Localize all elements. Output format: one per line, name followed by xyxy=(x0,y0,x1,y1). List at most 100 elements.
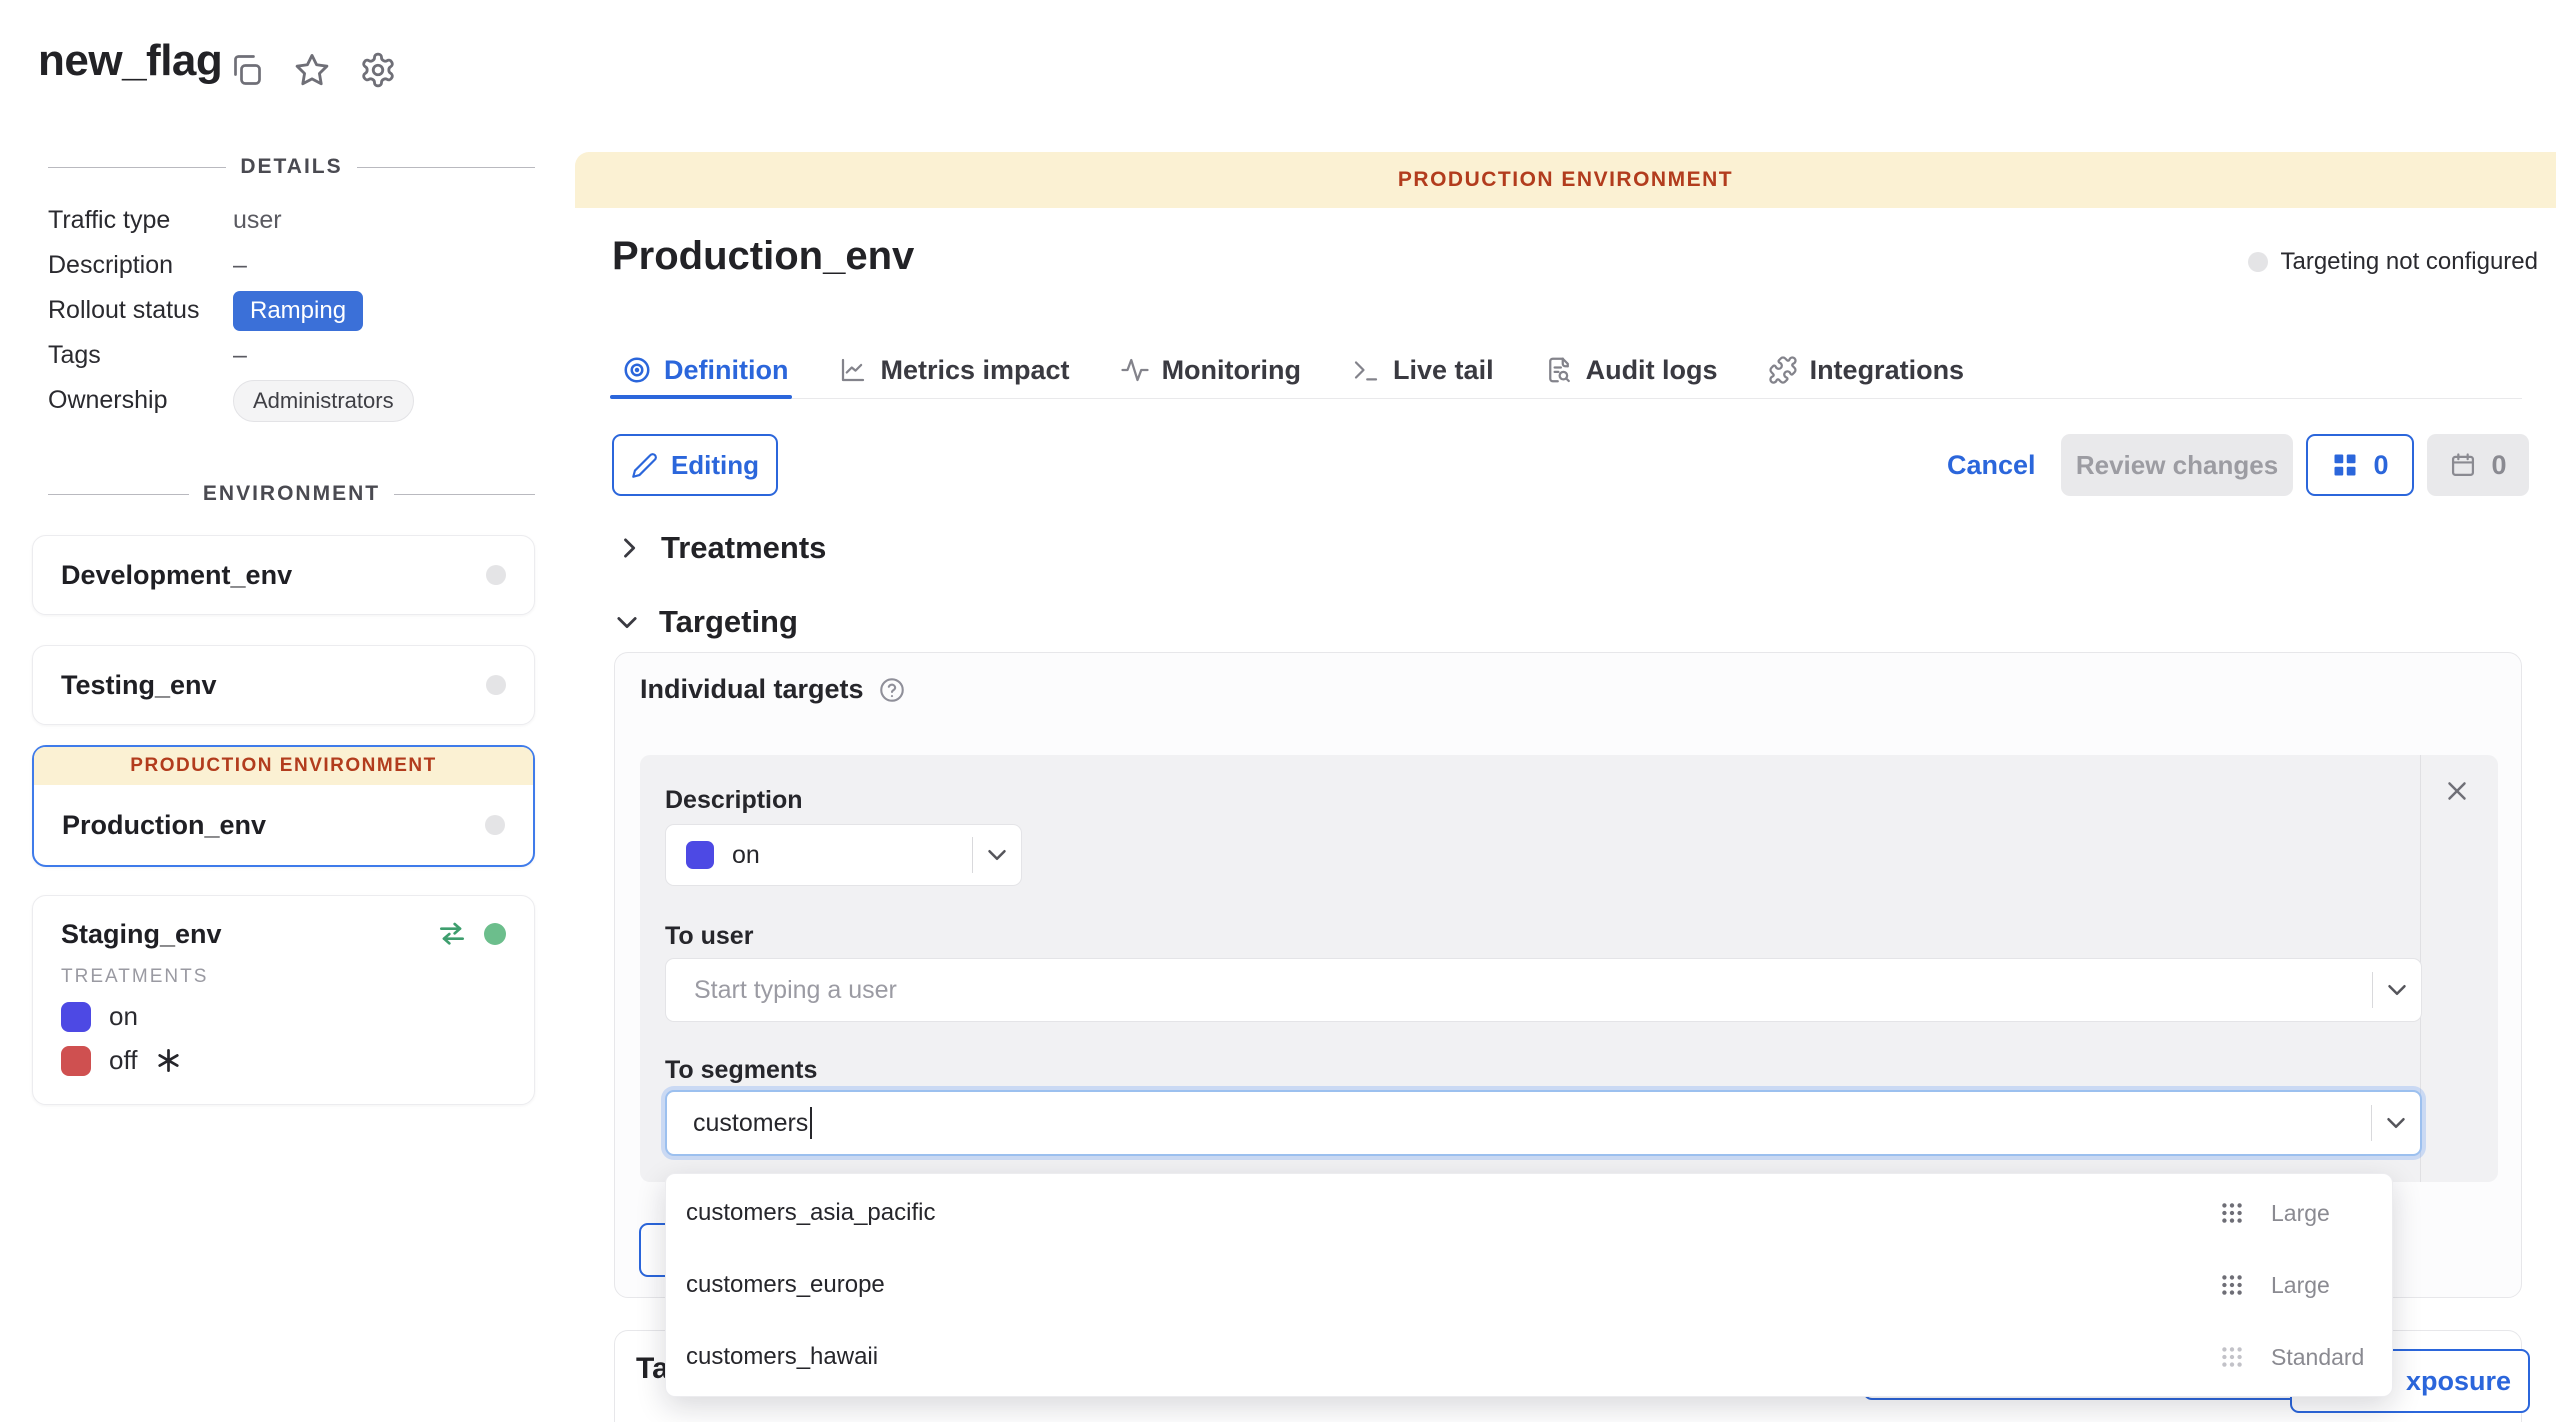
detail-row-traffic-type: Traffic type user xyxy=(48,198,535,243)
calendar-icon xyxy=(2449,451,2477,479)
editing-button[interactable]: Editing xyxy=(612,434,778,496)
chevron-down-icon xyxy=(2372,1108,2420,1138)
targeting-rules-heading-partial: Ta xyxy=(636,1352,669,1386)
status-dot xyxy=(2248,252,2268,272)
status-dot xyxy=(485,815,505,835)
tab-label: Monitoring xyxy=(1162,355,1301,386)
star-icon[interactable] xyxy=(292,50,332,90)
tab-metrics-impact[interactable]: Metrics impact xyxy=(838,355,1069,386)
individual-targets-heading: Individual targets xyxy=(640,674,906,705)
to-segments-value: customers xyxy=(693,1109,808,1138)
tab-label: Audit logs xyxy=(1586,355,1718,386)
treatment-select-value: on xyxy=(732,841,760,870)
tab-integrations[interactable]: Integrations xyxy=(1768,355,1965,386)
treatment-off-swatch xyxy=(61,1046,91,1076)
tab-monitoring[interactable]: Monitoring xyxy=(1120,355,1301,386)
detail-row-description: Description – xyxy=(48,243,535,288)
schedule-count-button[interactable]: 0 xyxy=(2427,434,2529,496)
detail-value: user xyxy=(233,206,282,235)
cancel-button[interactable]: Cancel xyxy=(1947,434,2036,496)
env-name: Staging_env xyxy=(61,919,222,950)
segment-option-asia-pacific[interactable]: customers_asia_pacific Large xyxy=(666,1177,2392,1249)
dots-grid-icon xyxy=(2219,1272,2245,1298)
to-user-input[interactable]: Start typing a user xyxy=(665,958,2422,1022)
treatment-on-swatch xyxy=(61,1002,91,1032)
detail-row-rollout-status: Rollout status Ramping xyxy=(48,288,535,333)
status-dot xyxy=(486,565,506,585)
treatments-section-title: Treatments xyxy=(661,530,826,566)
detail-label: Traffic type xyxy=(48,206,233,235)
env-name: Development_env xyxy=(61,560,292,591)
production-environment-banner: PRODUCTION ENVIRONMENT xyxy=(34,747,533,785)
tab-bar: Definition Metrics impact Monitoring Liv… xyxy=(622,344,1964,396)
segment-size: Large xyxy=(2271,1272,2371,1299)
status-dot-active xyxy=(484,923,506,945)
ownership-pill[interactable]: Administrators xyxy=(233,380,414,422)
treatments-section-toggle[interactable]: Treatments xyxy=(615,522,826,574)
help-icon[interactable] xyxy=(878,676,906,704)
production-environment-banner-main: PRODUCTION ENVIRONMENT xyxy=(575,152,2556,208)
tab-live-tail[interactable]: Live tail xyxy=(1351,355,1494,386)
editing-button-label: Editing xyxy=(671,450,759,481)
segment-option-europe[interactable]: customers_europe Large xyxy=(666,1249,2392,1321)
detail-row-ownership: Ownership Administrators xyxy=(48,378,535,423)
active-tab-underline xyxy=(610,395,792,399)
segment-name: customers_hawaii xyxy=(686,1343,878,1371)
close-icon[interactable] xyxy=(2442,776,2472,806)
dots-grid-icon xyxy=(2219,1200,2245,1226)
targeting-section-title: Targeting xyxy=(659,604,798,640)
divider xyxy=(48,167,226,168)
chevron-down-icon xyxy=(613,608,641,636)
schedule-count: 0 xyxy=(2491,450,2506,481)
treatment-on-row: on xyxy=(61,1001,506,1032)
tab-audit-logs[interactable]: Audit logs xyxy=(1544,355,1718,386)
treatment-label: off xyxy=(109,1045,137,1076)
divider xyxy=(48,494,189,495)
environment-section-header: ENVIRONMENT xyxy=(48,482,535,506)
page-title: Production_env xyxy=(612,234,914,279)
review-changes-button[interactable]: Review changes xyxy=(2061,434,2293,496)
detail-label: Tags xyxy=(48,341,233,370)
targeting-status: Targeting not configured xyxy=(2248,248,2538,276)
segments-dropdown: customers_asia_pacific Large customers_e… xyxy=(665,1173,2393,1397)
segment-size: Large xyxy=(2271,1200,2371,1227)
to-segments-field-label: To segments xyxy=(665,1056,817,1085)
treatment-off-row: off xyxy=(61,1045,506,1076)
targeting-status-text: Targeting not configured xyxy=(2280,248,2538,276)
tab-definition[interactable]: Definition xyxy=(622,355,788,386)
details-rows: Traffic type user Description – Rollout … xyxy=(48,198,535,423)
treatment-select[interactable]: on xyxy=(665,824,1022,886)
tab-label: Live tail xyxy=(1393,355,1494,386)
env-card-staging[interactable]: Staging_env TREATMENTS on off xyxy=(32,895,535,1105)
flag-header-actions xyxy=(226,50,398,90)
targeting-section-toggle[interactable]: Targeting xyxy=(613,596,798,648)
rollout-status-badge: Ramping xyxy=(233,291,363,331)
env-card-development[interactable]: Development_env xyxy=(32,535,535,615)
env-card-testing[interactable]: Testing_env xyxy=(32,645,535,725)
detail-label: Description xyxy=(48,251,233,280)
chevron-right-icon xyxy=(615,534,643,562)
detail-row-tags: Tags – xyxy=(48,333,535,378)
app-root: new_flag DETAILS Traffic type user Descr… xyxy=(0,0,2556,1422)
sync-icon xyxy=(436,918,468,950)
treatment-on-swatch xyxy=(686,841,714,869)
changes-count-button[interactable]: 0 xyxy=(2306,434,2414,496)
gear-icon[interactable] xyxy=(358,50,398,90)
to-segments-input[interactable]: customers xyxy=(665,1090,2422,1156)
env-name: Production_env xyxy=(62,810,266,841)
details-section-title: DETAILS xyxy=(240,155,342,179)
to-user-field-label: To user xyxy=(665,922,753,951)
env-card-production[interactable]: PRODUCTION ENVIRONMENT Production_env xyxy=(32,745,535,867)
pencil-icon xyxy=(631,452,658,479)
segment-name: customers_europe xyxy=(686,1271,885,1299)
chevron-down-icon xyxy=(973,840,1021,870)
detail-label: Rollout status xyxy=(48,296,233,325)
copy-icon[interactable] xyxy=(226,50,266,90)
description-field-label: Description xyxy=(665,786,803,815)
environment-section-title: ENVIRONMENT xyxy=(203,482,380,506)
changes-count: 0 xyxy=(2373,450,2388,481)
segment-name: customers_asia_pacific xyxy=(686,1199,935,1227)
env-name: Testing_env xyxy=(61,670,217,701)
details-section-header: DETAILS xyxy=(48,155,535,179)
segment-option-hawaii[interactable]: customers_hawaii Standard xyxy=(666,1321,2392,1393)
